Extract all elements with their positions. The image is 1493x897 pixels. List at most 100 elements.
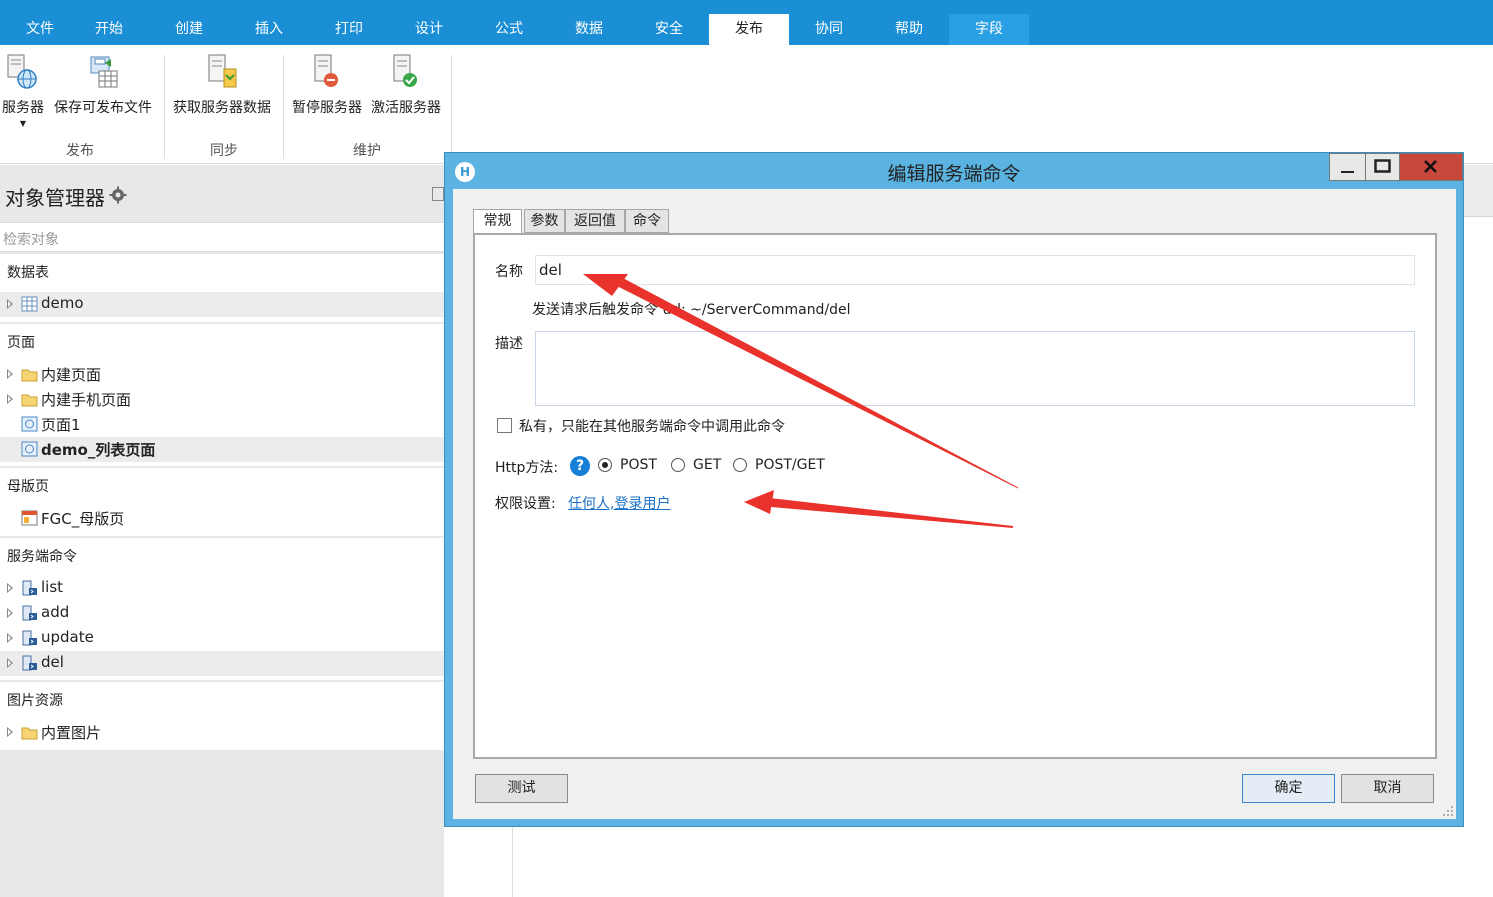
tree-item-label: FGC_母版页 — [41, 510, 125, 528]
tree-item-fgc-master[interactable]: FGC_母版页 — [0, 506, 444, 531]
fetch-server-data-button[interactable]: 获取服务器数据 — [173, 53, 271, 117]
tree-item-label: list — [41, 578, 64, 596]
folder-icon — [21, 394, 38, 407]
permission-link[interactable]: 任何人,登录用户 — [568, 493, 670, 513]
minimize-button[interactable] — [1329, 153, 1366, 181]
tree-item-builtin-images[interactable]: 内置图片 — [0, 720, 444, 745]
tab-parameters[interactable]: 参数 — [524, 209, 565, 233]
tab-return-value[interactable]: 返回值 — [565, 209, 625, 233]
save-publish-file-button[interactable]: 保存可发布文件 — [54, 53, 152, 117]
dialog-title-bar[interactable]: H 编辑服务端命令 — [445, 153, 1463, 188]
pause-server-label: 暂停服务器 — [292, 100, 362, 116]
tab-insert[interactable]: 插入 — [229, 14, 309, 45]
tab-collaborate[interactable]: 协同 — [789, 14, 869, 45]
collapse-icon[interactable] — [432, 187, 444, 201]
http-method-label: Http方法: — [495, 460, 559, 476]
expand-arrow-icon[interactable] — [7, 583, 13, 593]
expand-arrow-icon[interactable] — [7, 369, 13, 379]
group-label-publish: 发布 — [66, 143, 94, 159]
tree-item-label: del — [41, 653, 64, 671]
expand-arrow-icon[interactable] — [7, 608, 13, 618]
tab-general[interactable]: 常规 — [473, 209, 522, 234]
tree-item-label: add — [41, 603, 70, 621]
expand-arrow-icon[interactable] — [7, 658, 13, 668]
expand-arrow-icon[interactable] — [7, 633, 13, 643]
server-button[interactable]: 服务器 ▼ — [2, 53, 44, 128]
server-globe-icon — [5, 53, 41, 91]
tab-print[interactable]: 打印 — [309, 14, 389, 45]
tab-commands[interactable]: 命令 — [625, 209, 669, 233]
radio-post-label: POST — [620, 457, 657, 473]
test-button[interactable]: 测试 — [475, 774, 568, 803]
master-page-icon — [21, 510, 38, 526]
radio-post-get[interactable] — [733, 458, 747, 472]
object-manager-panel: 对象管理器 检索对象 数据表 demo 页面 内建页面 内建手机页面 页面1 d… — [0, 165, 444, 897]
activate-server-label: 激活服务器 — [371, 100, 441, 116]
search-input[interactable]: 检索对象 — [0, 222, 444, 252]
tab-data[interactable]: 数据 — [549, 14, 629, 45]
ribbon-tab-bar: 文件 开始 创建 插入 打印 设计 公式 数据 安全 发布 协同 帮助 字段 — [0, 0, 1493, 45]
tree-item-command-add[interactable]: add — [0, 601, 444, 626]
radio-post-get-label: POST/GET — [755, 457, 825, 473]
tab-field[interactable]: 字段 — [949, 14, 1029, 45]
tree-item-command-del[interactable]: del — [0, 651, 444, 676]
server-check-icon — [388, 53, 424, 91]
resize-grip-icon[interactable] — [1442, 805, 1454, 817]
radio-get-label: GET — [693, 457, 722, 473]
tree-item-command-update[interactable]: update — [0, 626, 444, 651]
tab-help[interactable]: 帮助 — [869, 14, 949, 45]
section-master-pages: 母版页 FGC_母版页 — [0, 468, 444, 536]
tree-item-label: update — [41, 628, 94, 646]
minimize-icon — [1341, 171, 1354, 173]
tree-item-builtin-mobile-pages[interactable]: 内建手机页面 — [0, 387, 444, 412]
description-textarea[interactable] — [535, 331, 1415, 406]
cancel-button[interactable]: 取消 — [1341, 774, 1434, 803]
description-label: 描述 — [495, 336, 523, 352]
tab-create[interactable]: 创建 — [149, 14, 229, 45]
private-checkbox[interactable] — [497, 418, 512, 433]
help-icon[interactable]: ? — [570, 456, 590, 476]
close-button[interactable] — [1400, 153, 1463, 181]
close-icon — [1424, 160, 1437, 173]
tab-design[interactable]: 设计 — [389, 14, 469, 45]
group-label-maintain: 维护 — [353, 143, 381, 159]
tab-formula[interactable]: 公式 — [469, 14, 549, 45]
tab-security[interactable]: 安全 — [629, 14, 709, 45]
group-label-sync: 同步 — [210, 143, 238, 159]
radio-post[interactable] — [598, 458, 612, 472]
tree-item-label: demo_列表页面 — [41, 441, 156, 459]
radio-get[interactable] — [671, 458, 685, 472]
maximize-button[interactable] — [1366, 153, 1400, 181]
section-pages: 页面 内建页面 内建手机页面 页面1 demo_列表页面 — [0, 324, 444, 466]
tree-item-page1[interactable]: 页面1 — [0, 412, 444, 437]
activate-server-button[interactable]: 激活服务器 — [371, 53, 441, 117]
section-title: 图片资源 — [7, 693, 63, 709]
tab-publish[interactable]: 发布 — [709, 14, 789, 45]
ribbon-separator — [451, 55, 452, 159]
dropdown-arrow-icon: ▼ — [19, 119, 27, 128]
section-title: 服务端命令 — [7, 549, 77, 565]
server-label: 服务器 — [2, 100, 44, 116]
tree-item-builtin-pages[interactable]: 内建页面 — [0, 362, 444, 387]
name-label: 名称 — [495, 264, 523, 280]
dialog-title: 编辑服务端命令 — [887, 163, 1021, 185]
tab-file[interactable]: 文件 — [0, 14, 80, 45]
tab-start[interactable]: 开始 — [69, 14, 149, 45]
pause-server-button[interactable]: 暂停服务器 — [292, 53, 362, 117]
expand-arrow-icon[interactable] — [7, 299, 13, 309]
tree-item-command-list[interactable]: list — [0, 576, 444, 601]
tree-item-demo-table[interactable]: demo — [0, 292, 444, 317]
folder-icon — [21, 369, 38, 382]
name-input[interactable] — [535, 255, 1415, 285]
tree-item-label: 内置图片 — [41, 724, 102, 742]
permission-label: 权限设置: — [495, 496, 556, 512]
ok-button[interactable]: 确定 — [1242, 774, 1335, 803]
expand-arrow-icon[interactable] — [7, 727, 13, 737]
tree-item-label: 内建页面 — [41, 366, 102, 384]
expand-arrow-icon[interactable] — [7, 394, 13, 404]
server-command-icon — [22, 580, 37, 596]
save-file-icon — [85, 53, 121, 91]
save-publish-label: 保存可发布文件 — [54, 100, 152, 116]
gear-icon[interactable] — [109, 186, 127, 204]
tree-item-demo-list-page[interactable]: demo_列表页面 — [0, 437, 444, 462]
